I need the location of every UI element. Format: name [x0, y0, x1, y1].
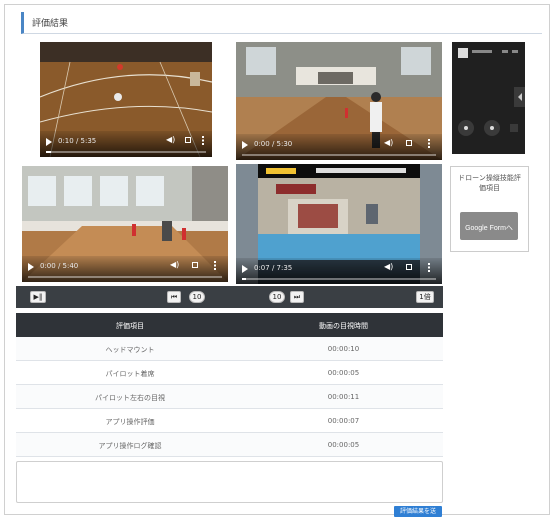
- video-controls-2: 0:00 / 5:30 ◀): [236, 134, 442, 160]
- video-progress-1[interactable]: [46, 151, 206, 153]
- item-name: パイロット着席: [105, 370, 155, 378]
- item-time: 00:00:11: [327, 393, 360, 401]
- video-player-1[interactable]: 0:10 / 5:35 ◀): [40, 42, 212, 157]
- item-time: 00:00:05: [327, 369, 360, 377]
- video-controls-4: 0:07 / 7:35 ◀): [236, 258, 442, 284]
- volume-icon[interactable]: ◀): [170, 261, 179, 269]
- play-pause-all-button[interactable]: ▶‖: [30, 291, 46, 303]
- video-progress-3[interactable]: [28, 276, 222, 278]
- video-controls-1: 0:10 / 5:35 ◀): [40, 131, 212, 157]
- playback-speed-button[interactable]: 1倍: [416, 291, 434, 303]
- video-time-4: 0:07 / 7:35: [254, 264, 293, 272]
- table-body: ヘッドマウント 00:00:10 パイロット着席 00:00:05 パイロット左…: [16, 337, 443, 457]
- play-icon[interactable]: [242, 141, 248, 149]
- skip-next-button[interactable]: ⏭: [290, 291, 304, 303]
- table-row: ヘッドマウント 00:00:10: [16, 337, 443, 361]
- fullscreen-icon[interactable]: [406, 140, 412, 146]
- fullscreen-icon[interactable]: [406, 264, 412, 270]
- volume-icon[interactable]: ◀): [166, 136, 175, 144]
- item-name: アプリ操作ログ確認: [98, 442, 162, 450]
- video-progress-2[interactable]: [242, 154, 436, 156]
- video-progress-fill-4: [242, 278, 246, 280]
- volume-icon[interactable]: ◀): [384, 263, 393, 271]
- video-controls-3: 0:00 / 5:40 ◀): [22, 256, 228, 282]
- table-row: パイロット着席 00:00:05: [16, 361, 443, 385]
- video-progress-fill-1: [46, 151, 51, 153]
- video-player-3[interactable]: 0:00 / 5:40 ◀): [22, 166, 228, 282]
- section-title: 評価結果: [32, 19, 69, 29]
- video-player-phone[interactable]: [452, 42, 525, 154]
- video-time-2: 0:00 / 5:30: [254, 140, 293, 148]
- item-name: パイロット左右の目視: [95, 394, 165, 402]
- more-options-icon[interactable]: [428, 139, 430, 148]
- video-player-4[interactable]: 0:07 / 7:35 ◀): [236, 164, 442, 284]
- table-row: アプリ操作評価 00:00:07: [16, 409, 443, 433]
- play-icon[interactable]: [242, 265, 248, 273]
- video-player-2[interactable]: 0:00 / 5:30 ◀): [236, 42, 442, 160]
- skip-previous-button[interactable]: ⏮: [167, 291, 181, 303]
- item-time: 00:00:10: [327, 345, 360, 353]
- item-time: 00:00:07: [327, 417, 360, 425]
- evaluation-form-card: ドローン操縦技能評価項目 Google Formへ: [450, 166, 529, 252]
- more-options-icon[interactable]: [202, 136, 204, 145]
- forward-10-button[interactable]: 10: [269, 291, 285, 303]
- phone-screen-frame: [452, 42, 525, 154]
- submit-evaluation-button[interactable]: 評価結果を送信: [394, 506, 442, 526]
- video-time-1: 0:10 / 5:35: [58, 137, 97, 145]
- table-row: パイロット左右の目視 00:00:11: [16, 385, 443, 409]
- google-form-button[interactable]: Google Formへ: [460, 212, 518, 240]
- section-header: 評価結果: [21, 12, 542, 34]
- fullscreen-icon[interactable]: [192, 262, 198, 268]
- item-name: アプリ操作評価: [105, 418, 155, 426]
- video-progress-4[interactable]: [242, 278, 436, 280]
- evaluation-table: 評価項目 動画の目視時間 ヘッドマウント 00:00:10 パイロット着席 00…: [16, 313, 443, 457]
- column-header-time: 動画の目視時間: [319, 322, 368, 330]
- fullscreen-icon[interactable]: [185, 137, 191, 143]
- playback-toolbar: ▶‖ ⏮ 10 10 ⏭ 1倍: [16, 286, 443, 308]
- item-name: ヘッドマウント: [105, 346, 155, 354]
- table-header: 評価項目 動画の目視時間: [16, 313, 443, 337]
- video-time-3: 0:00 / 5:40: [40, 262, 79, 270]
- play-icon[interactable]: [28, 263, 34, 271]
- column-header-item: 評価項目: [116, 322, 144, 330]
- comment-textarea[interactable]: [16, 461, 443, 503]
- rewind-10-button[interactable]: 10: [189, 291, 205, 303]
- more-options-icon[interactable]: [214, 261, 216, 270]
- evaluation-form-text: ドローン操縦技能評価項目: [458, 174, 521, 192]
- more-options-icon[interactable]: [428, 263, 430, 272]
- volume-icon[interactable]: ◀): [384, 139, 393, 147]
- table-row: アプリ操作ログ確認 00:00:05: [16, 433, 443, 457]
- item-time: 00:00:05: [327, 441, 360, 449]
- play-icon[interactable]: [46, 138, 52, 146]
